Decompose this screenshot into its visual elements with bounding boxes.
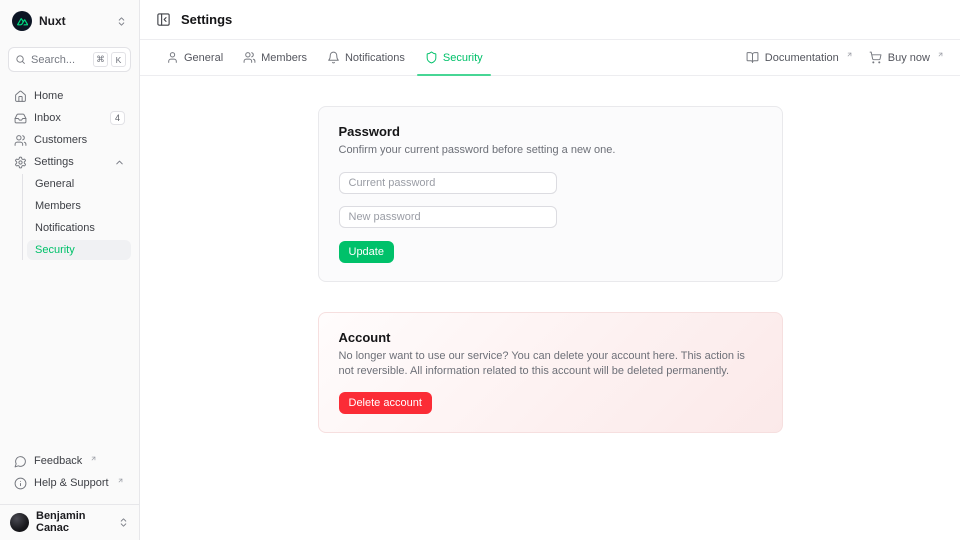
team-name: Nuxt [39, 14, 66, 28]
avatar [10, 513, 29, 532]
feedback-link[interactable]: Feedback [8, 450, 131, 472]
external-arrow-icon [90, 455, 97, 462]
book-open-icon [746, 51, 759, 64]
app-root: Nuxt Search... ⌘ K Home Inbox 4 [0, 0, 960, 540]
shield-icon [425, 51, 438, 64]
search-placeholder: Search... [31, 54, 88, 66]
panel-left-close-icon [156, 12, 171, 27]
chevron-up-icon [114, 157, 125, 168]
chevrons-up-down-icon [116, 16, 127, 27]
account-card-description: No longer want to use our service? You c… [339, 349, 762, 379]
sidebar-item-label: Settings [34, 156, 74, 168]
search-icon [15, 54, 26, 65]
sidebar: Nuxt Search... ⌘ K Home Inbox 4 [0, 0, 140, 540]
new-password-field[interactable] [339, 206, 557, 228]
sidebar-item-general[interactable]: General [27, 174, 131, 194]
sidebar-item-notifications[interactable]: Notifications [27, 218, 131, 238]
subnav-item-label: General [35, 178, 74, 190]
tab-notifications[interactable]: Notifications [317, 40, 415, 75]
sidebar-item-members[interactable]: Members [27, 196, 131, 216]
sidebar-item-label: Customers [34, 134, 87, 146]
nuxt-logo-icon [12, 11, 32, 31]
gear-icon [14, 156, 27, 169]
info-circle-icon [14, 477, 27, 490]
subnav-item-label: Notifications [35, 222, 95, 234]
page-header: Settings [140, 0, 960, 40]
tab-label: Members [261, 52, 307, 64]
inbox-icon [14, 112, 27, 125]
main-area: Settings General Members Notifications [140, 0, 960, 540]
buy-now-link[interactable]: Buy now [869, 51, 944, 64]
sidebar-item-customers[interactable]: Customers [8, 129, 131, 151]
tab-label: Security [443, 52, 483, 64]
house-icon [14, 90, 27, 103]
message-circle-icon [14, 455, 27, 468]
external-arrow-icon [846, 51, 853, 58]
sidebar-item-inbox[interactable]: Inbox 4 [8, 107, 131, 129]
shopping-cart-icon [869, 51, 882, 64]
bell-icon [327, 51, 340, 64]
users-icon [14, 134, 27, 147]
sidebar-item-security[interactable]: Security [27, 240, 131, 260]
password-card-title: Password [339, 124, 762, 139]
users-icon [243, 51, 256, 64]
footer-link-label: Feedback [34, 455, 82, 467]
sidebar-item-home[interactable]: Home [8, 85, 131, 107]
sidebar-item-label: Inbox [34, 112, 61, 124]
account-card: Account No longer want to use our servic… [318, 312, 783, 433]
page-title: Settings [181, 12, 232, 27]
user-name: Benjamin Canac [36, 510, 111, 534]
sidebar-item-label: Home [34, 90, 63, 102]
tab-label: General [184, 52, 223, 64]
search-kbd-group: ⌘ K [93, 52, 126, 67]
external-arrow-icon [117, 477, 124, 484]
chevrons-up-down-icon [118, 517, 129, 528]
subnav-item-label: Members [35, 200, 81, 212]
tabbar: General Members Notifications Security [140, 40, 960, 76]
sidebar-toggle-button[interactable] [156, 12, 171, 27]
account-card-title: Account [339, 330, 762, 345]
nuxt-logo-glyph [16, 16, 28, 26]
documentation-link[interactable]: Documentation [746, 51, 853, 64]
current-password-field[interactable] [339, 172, 557, 194]
user-icon [166, 51, 179, 64]
help-support-link[interactable]: Help & Support [8, 472, 131, 494]
sidebar-item-settings[interactable]: Settings [8, 151, 131, 173]
inbox-count-badge: 4 [110, 111, 125, 125]
search-input[interactable]: Search... ⌘ K [8, 47, 131, 72]
tabs: General Members Notifications Security [156, 40, 493, 75]
update-button[interactable]: Update [339, 241, 394, 263]
password-card: Password Confirm your current password b… [318, 106, 783, 282]
settings-subnav: General Members Notifications Security [22, 174, 131, 260]
settings-security-content: Password Confirm your current password b… [140, 76, 960, 540]
footer-link-label: Help & Support [34, 477, 109, 489]
link-label: Documentation [765, 52, 839, 64]
kbd-meta: ⌘ [93, 52, 108, 67]
external-arrow-icon [937, 51, 944, 58]
sidebar-spacer [8, 262, 131, 450]
tab-general[interactable]: General [156, 40, 233, 75]
team-switcher[interactable]: Nuxt [8, 8, 131, 34]
tab-label: Notifications [345, 52, 405, 64]
tabbar-links: Documentation Buy now [746, 40, 944, 75]
link-label: Buy now [888, 52, 930, 64]
tab-members[interactable]: Members [233, 40, 317, 75]
password-card-description: Confirm your current password before set… [339, 143, 762, 158]
delete-account-button[interactable]: Delete account [339, 392, 432, 414]
user-menu[interactable]: Benjamin Canac [0, 504, 139, 540]
kbd-k: K [111, 52, 126, 67]
sidebar-nav: Home Inbox 4 Customers Settings Gene [8, 85, 131, 262]
tab-security[interactable]: Security [415, 40, 493, 75]
subnav-item-label: Security [35, 244, 75, 256]
sidebar-footer: Feedback Help & Support [8, 450, 131, 498]
